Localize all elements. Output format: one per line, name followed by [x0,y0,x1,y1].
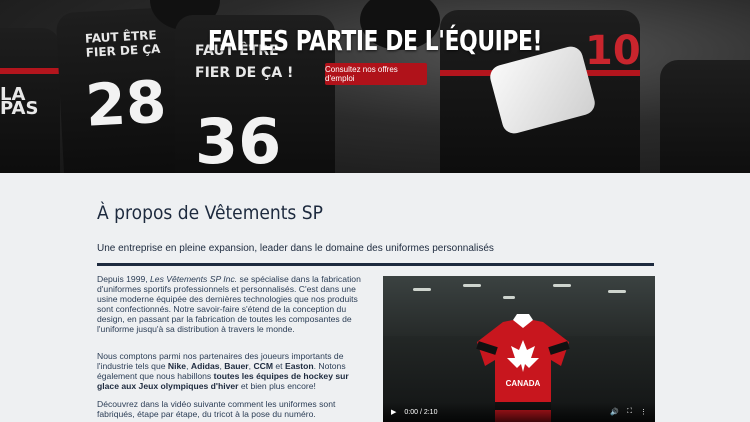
more-options-icon[interactable]: ⋮ [640,408,647,416]
section-subtitle: Une entreprise en pleine expansion, lead… [97,243,494,254]
jersey-number: 36 [195,105,282,173]
video-controls: ▶ 0:00 / 2:10 🔊 ⛶ ⋮ [383,402,655,422]
play-icon[interactable]: ▶ [391,408,396,416]
video-time: 0:00 / 2:10 [404,408,438,416]
hero-title: FAITES PARTIE DE L'ÉQUIPE! [207,24,543,57]
jersey-canada-text: CANADA [506,379,541,388]
about-paragraph-1: Depuis 1999, Les Vêtements SP Inc. se sp… [97,274,361,334]
player-jersey-right [660,60,750,173]
fullscreen-icon[interactable]: ⛶ [627,408,632,416]
about-paragraph-2: Nous comptons parmi nos partenaires des … [97,351,349,391]
hero-banner: LA PAS FAUT ÊTRE FIER DE ÇA 28 FAUT ÊTRE… [0,0,750,173]
jersey-text: LA PAS [0,84,39,119]
player-jersey-left: LA PAS [0,28,60,173]
job-offers-button[interactable]: Consultez nos offres d'emploi [325,63,427,85]
video-player[interactable]: CANADA ▶ 0:00 / 2:10 🔊 ⛶ ⋮ [383,276,655,422]
about-section: À propos de Vêtements SP Une entreprise … [0,173,750,422]
volume-icon[interactable]: 🔊 [610,408,619,416]
divider [97,263,654,266]
about-paragraph-3: Découvrez dans la vidéo suivante comment… [97,399,336,419]
company-name: Les Vêtements SP Inc. [150,274,238,284]
section-title: À propos de Vêtements SP [97,202,323,224]
jersey-number: 28 [83,67,168,140]
